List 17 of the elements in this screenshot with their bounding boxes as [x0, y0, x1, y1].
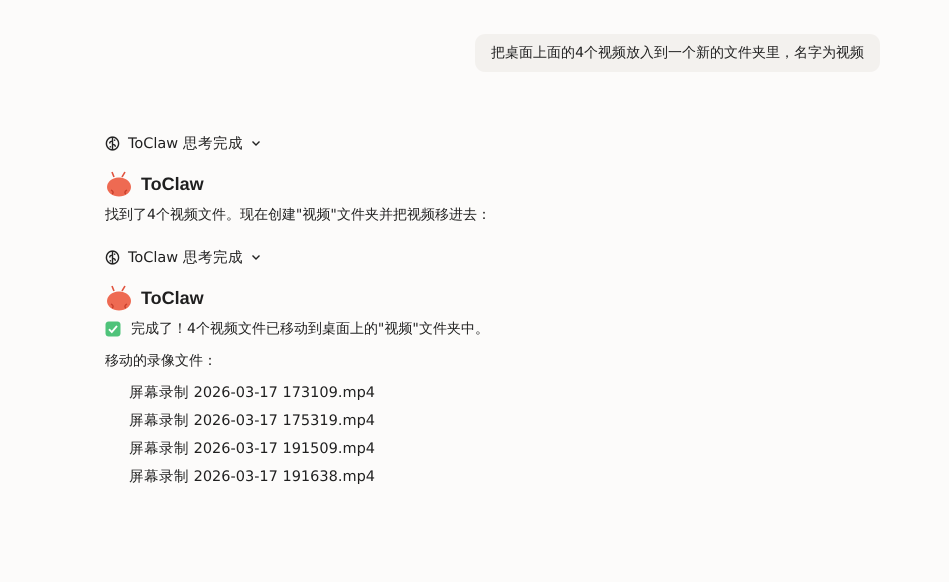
user-message: 把桌面上面的4个视频放入到一个新的文件夹里，名字为视频	[475, 34, 880, 72]
bot-name: ToClaw	[141, 174, 204, 194]
mascot-icon	[105, 170, 133, 198]
thinking-toggle[interactable]: ToClaw 思考完成	[105, 132, 261, 154]
checkmark-icon	[105, 321, 121, 337]
chevron-icon	[250, 138, 261, 148]
file-name: 屏幕录制 2026-03-17 173109.mp4	[129, 384, 376, 403]
message-text: 找到了4个视频文件。现在创建"视频"文件夹并把视频移进去：	[105, 206, 491, 225]
thinking-toggle[interactable]: ToClaw 思考完成	[105, 246, 261, 268]
mascot-icon	[105, 284, 133, 312]
bot-name: ToClaw	[141, 288, 204, 308]
file-name: 屏幕录制 2026-03-17 175319.mp4	[129, 412, 376, 431]
chevron-icon	[250, 252, 261, 262]
file-name: 屏幕录制 2026-03-17 191509.mp4	[129, 440, 376, 459]
message-text: 移动的录像文件：	[105, 352, 217, 371]
file-name: 屏幕录制 2026-03-17 191638.mp4	[129, 468, 376, 487]
message-text: 完成了！4个视频文件已移动到桌面上的"视频"文件夹中。	[131, 320, 489, 339]
